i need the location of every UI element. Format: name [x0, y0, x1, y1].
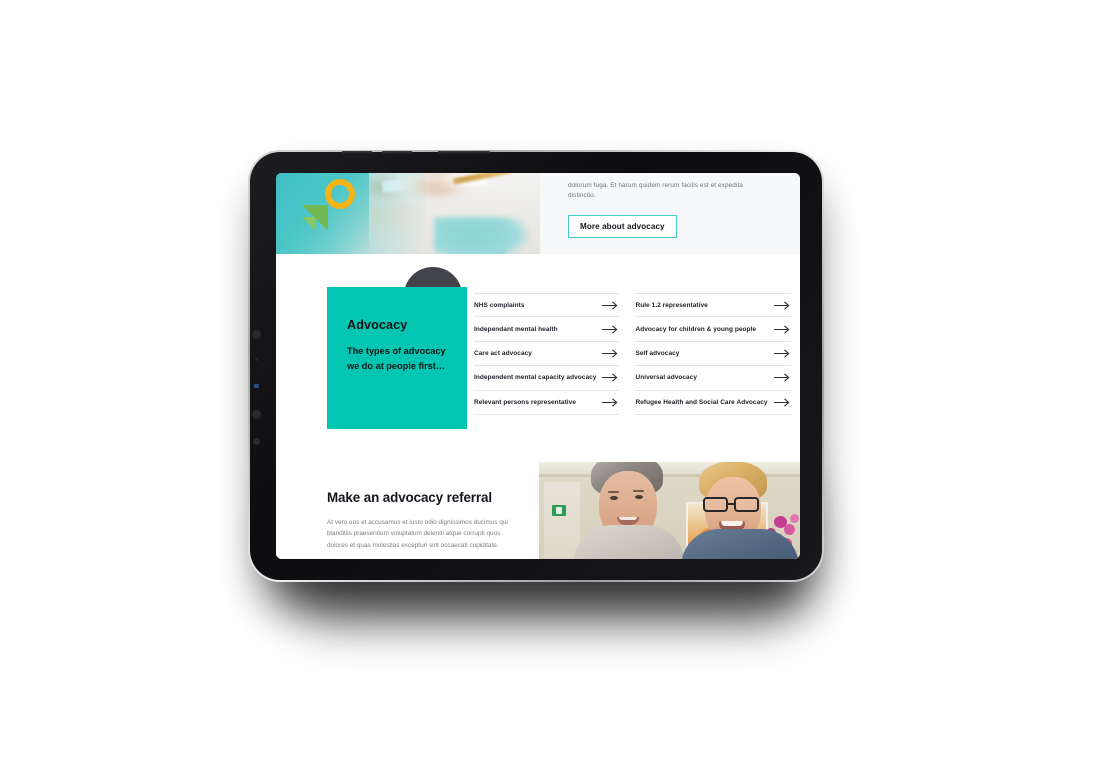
list-item[interactable]: Independant mental health [474, 317, 620, 342]
link-label: Relevant persons representative [474, 398, 576, 406]
link-label: Advocacy for children & young people [635, 325, 757, 333]
link-label: Universal advocacy [635, 374, 698, 382]
arrow-right-icon [773, 398, 791, 407]
list-item[interactable]: Advocacy for children & young people [635, 317, 791, 342]
list-item[interactable]: Independent mental capacity advocacy [474, 366, 620, 391]
hero-image [276, 173, 540, 254]
arrow-right-icon [602, 373, 619, 382]
advocacy-links-column-1: NHS complaints Independant mental health [474, 293, 620, 415]
list-item[interactable]: NHS complaints [474, 293, 620, 318]
tablet-bezel: dolorum fuga. Et harum quidem rerum faci… [250, 151, 822, 580]
hero-lead-text: dolorum fuga. Et harum quidem rerum faci… [568, 182, 743, 200]
advocacy-card-heading: Advocacy [347, 318, 408, 332]
side-port-1 [252, 330, 261, 339]
glasses-bridge [728, 503, 736, 505]
link-label: Independant mental health [474, 325, 558, 333]
photo-person-right [681, 462, 799, 559]
arrow-right-icon [602, 324, 619, 334]
referral-heading: Make an advocacy referral [327, 490, 492, 505]
referral-photo [539, 462, 800, 559]
link-label: Rule 1.2 representative [635, 301, 708, 309]
side-port-3 [252, 410, 261, 419]
advocacy-card: Advocacy The types of advocacy we do at … [327, 287, 467, 429]
photo-person-left-eye [635, 495, 643, 499]
webpage: dolorum fuga. Et harum quidem rerum faci… [276, 173, 800, 559]
arrow-right-icon [773, 301, 791, 310]
link-label: Independent mental capacity advocacy [474, 374, 597, 382]
arrow-right-icon [773, 324, 791, 334]
glasses-lens-right [734, 497, 759, 512]
list-item[interactable]: Universal advocacy [635, 366, 791, 391]
list-item[interactable]: Rule 1.2 representative [635, 293, 791, 318]
photo-person-right-body [681, 529, 799, 559]
advocacy-links-column-2: Rule 1.2 representative Advocacy for chi… [635, 293, 791, 415]
photo-person-left [573, 462, 697, 559]
volume-down-button[interactable] [382, 151, 412, 154]
tablet-device: dolorum fuga. Et harum quidem rerum faci… [248, 150, 824, 582]
list-item[interactable]: Refugee Health and Social Care Advocacy [635, 391, 791, 415]
link-label: Care act advocacy [474, 349, 532, 357]
referral-text-block: Make an advocacy referral At vero eos et… [327, 490, 523, 551]
link-label: NHS complaints [474, 301, 525, 309]
arrow-right-icon [602, 301, 619, 310]
hero-sleeve [434, 217, 530, 254]
photo-person-left-body [573, 525, 685, 559]
status-led [254, 384, 259, 388]
volume-up-button[interactable] [342, 151, 372, 154]
side-port-4 [253, 438, 260, 445]
tablet-screen: dolorum fuga. Et harum quidem rerum faci… [276, 173, 800, 559]
glasses-icon [701, 497, 765, 512]
side-port-2 [255, 358, 258, 361]
photo-person-left-brow [633, 490, 644, 492]
link-label: Self advocacy [635, 349, 680, 357]
exit-sign-icon [552, 505, 566, 516]
photo-person-left-brow [608, 491, 619, 493]
referral-section: Make an advocacy referral At vero eos et… [276, 460, 800, 559]
referral-body: At vero eos et accusamus et iusto odio d… [327, 519, 508, 549]
power-button[interactable] [438, 151, 490, 154]
list-item[interactable]: Relevant persons representative [474, 391, 620, 415]
hero-band: dolorum fuga. Et harum quidem rerum faci… [276, 173, 800, 254]
link-label: Refugee Health and Social Care Advocacy [635, 398, 768, 406]
advocacy-links: NHS complaints Independant mental health [474, 293, 791, 415]
arrow-right-icon [602, 349, 619, 358]
list-item[interactable]: Care act advocacy [474, 342, 620, 367]
photo-person-left-eye [610, 496, 618, 500]
arrow-right-icon [773, 373, 791, 382]
more-about-advocacy-button[interactable]: More about advocacy [568, 214, 677, 238]
glasses-lens-left [703, 497, 728, 512]
green-triangle-small-icon [302, 217, 315, 230]
screenshot-canvas: dolorum fuga. Et harum quidem rerum faci… [0, 0, 1100, 767]
yellow-ring-icon [325, 179, 355, 209]
photo-doorway [544, 482, 580, 559]
list-item[interactable]: Self advocacy [635, 342, 791, 367]
hero-text-column: dolorum fuga. Et harum quidem rerum faci… [540, 173, 800, 254]
arrow-right-icon [773, 349, 791, 358]
arrow-right-icon [602, 398, 619, 407]
advocacy-card-subheading: The types of advocacy we do at people fi… [347, 346, 446, 371]
advocacy-section: Advocacy The types of advocacy we do at … [276, 254, 800, 460]
